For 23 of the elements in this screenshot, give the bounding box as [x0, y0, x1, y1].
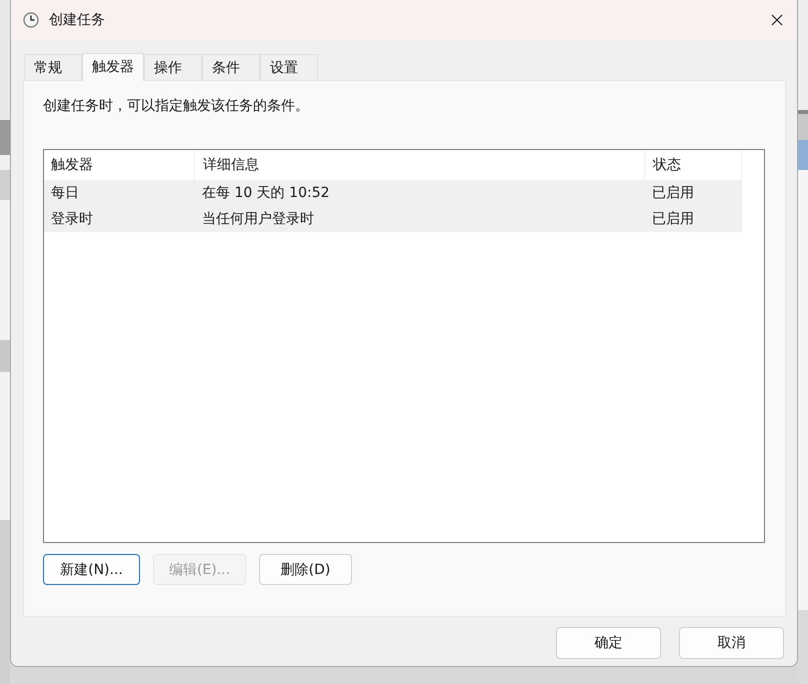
- table-cell-text: 在每 10 天的 10:52: [201, 184, 331, 203]
- button: 编辑(E)...: [153, 554, 246, 585]
- tab[interactable]: 常规: [24, 54, 82, 80]
- description-text: 创建任务时，可以指定触发该任务的条件。: [43, 97, 310, 116]
- table-cell-text: 当任何用户登录时: [201, 210, 315, 229]
- table-row[interactable]: 每日 在每 10 天的 10:52 已启用: [44, 180, 742, 206]
- table-cell-text: 已启用: [651, 184, 695, 203]
- clock-icon: [23, 12, 39, 28]
- button[interactable]: 取消: [679, 627, 784, 659]
- button[interactable]: 新建(N)...: [43, 554, 140, 585]
- button[interactable]: 确定: [556, 627, 661, 659]
- tab[interactable]: 操作: [144, 54, 202, 80]
- tab[interactable]: 设置: [260, 54, 318, 80]
- button[interactable]: 删除(D): [259, 554, 352, 585]
- table-cell-text: 登录时: [50, 210, 94, 229]
- close-icon[interactable]: [771, 14, 783, 26]
- tab[interactable]: 触发器: [82, 53, 144, 81]
- column-header[interactable]: 触发器: [44, 150, 194, 180]
- table-cell-text: 每日: [50, 184, 80, 203]
- table-cell-text: 已启用: [651, 210, 695, 229]
- table-row[interactable]: 登录时 当任何用户登录时 已启用: [44, 206, 742, 232]
- window-title: 创建任务: [49, 11, 105, 29]
- tab[interactable]: 条件: [202, 54, 260, 80]
